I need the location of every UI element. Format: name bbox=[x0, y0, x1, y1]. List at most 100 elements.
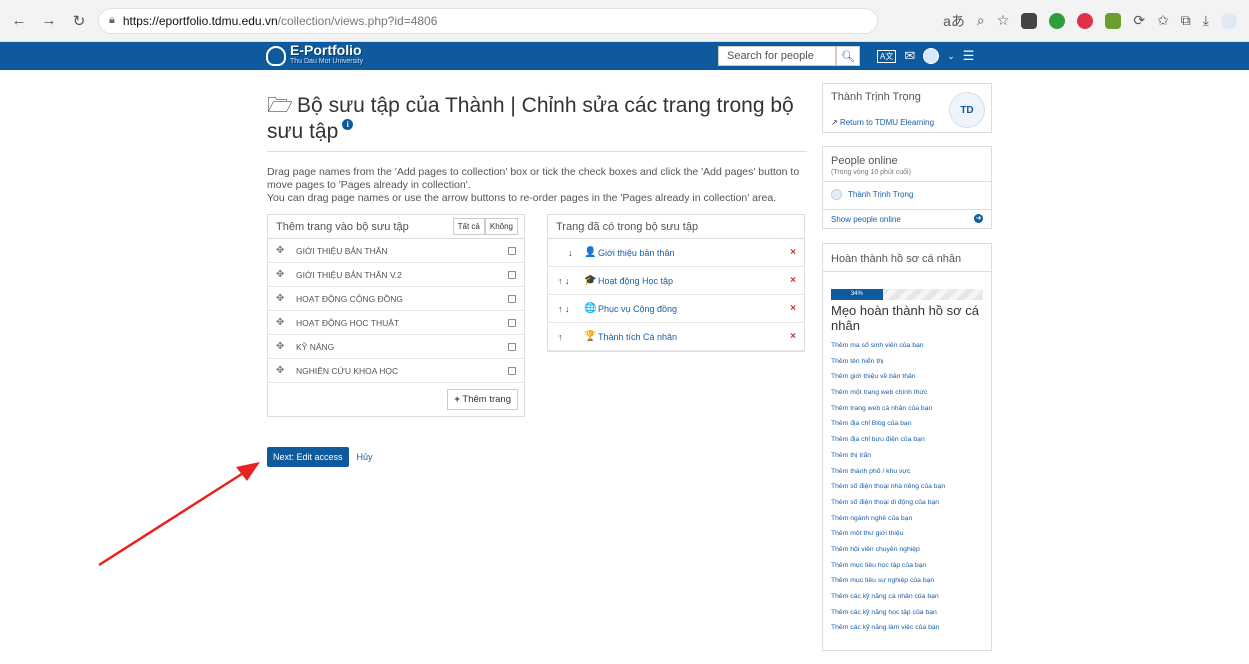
refresh-extension-icon[interactable]: ⟳ bbox=[1133, 12, 1145, 29]
tip-link[interactable]: Thêm trang web cá nhân của bạn bbox=[831, 401, 945, 417]
return-link-text[interactable]: Return to TDMU Elearning bbox=[840, 118, 934, 127]
chevron-down-icon[interactable]: ⌄ bbox=[947, 51, 955, 62]
return-link[interactable]: ↗ Return to TDMU Elearning bbox=[831, 118, 934, 127]
extension-icon[interactable] bbox=[1105, 12, 1122, 29]
list-item[interactable]: ✥ GIỚI THIỆU BẢN THÂN bbox=[268, 239, 524, 263]
next-edit-access-button[interactable]: Next: Edit access bbox=[267, 447, 349, 467]
menu-icon[interactable]: ☰ bbox=[963, 48, 975, 64]
download-icon[interactable]: ⤓ bbox=[1203, 12, 1209, 29]
drag-handle-icon[interactable]: ✥ bbox=[276, 293, 296, 304]
site-logo[interactable]: E-Portfolio Thu Dau Mot University bbox=[266, 43, 363, 68]
list-item[interactable]: ✥ NGHIÊN CỨU KHOA HỌC bbox=[268, 359, 524, 383]
extension-icon[interactable] bbox=[1077, 12, 1094, 29]
page-checkbox[interactable] bbox=[508, 270, 516, 279]
list-item[interactable]: ✥ GIỚI THIỆU BẢN THÂN v.2 bbox=[268, 263, 524, 287]
reorder-arrows[interactable]: ↓ bbox=[558, 248, 584, 258]
tip-link[interactable]: Thêm thị trấn bbox=[831, 448, 945, 464]
remove-icon[interactable]: × bbox=[790, 275, 796, 286]
add-pages-panel: Thêm trang vào bộ sưu tập Tất cả Không ✥… bbox=[267, 214, 525, 417]
tip-link[interactable]: Thêm các kỹ năng làm việc của bạn bbox=[831, 620, 945, 636]
back-icon[interactable]: ← bbox=[8, 10, 30, 32]
reorder-arrows[interactable]: ↑ ↓ bbox=[558, 276, 584, 286]
drag-handle-icon[interactable]: ✥ bbox=[276, 245, 296, 256]
collection-page-link[interactable]: Hoạt động Học tập bbox=[598, 276, 790, 286]
list-item[interactable]: ↓ 👤 Giới thiệu bản thân × bbox=[548, 239, 804, 267]
tip-link[interactable]: Thêm ma số sinh viên của bạn bbox=[831, 338, 945, 354]
list-item[interactable]: ✥ HOẠT ĐỘNG HỌC THUẬT bbox=[268, 311, 524, 335]
tip-link[interactable]: Thêm một trang web chính thức bbox=[831, 385, 945, 401]
info-icon[interactable]: i bbox=[342, 119, 354, 130]
favorites-icon[interactable]: ✩ bbox=[1157, 12, 1169, 29]
list-item[interactable]: ↑ ↓ 🎓 Hoạt động Học tập × bbox=[548, 267, 804, 295]
tip-link[interactable]: Thêm mục tiêu sự nghiệp của bạn bbox=[831, 573, 945, 589]
tips-list: Thêm ma số sinh viên của bạn Thêm tên hiể… bbox=[831, 338, 945, 636]
drag-handle-icon[interactable]: ✥ bbox=[276, 269, 296, 280]
collection-page-link[interactable]: Giới thiệu bản thân bbox=[598, 248, 790, 258]
tip-link[interactable]: Thêm số điện thoại nhà riêng của bạn bbox=[831, 479, 945, 495]
user-avatar[interactable] bbox=[923, 48, 940, 64]
tip-link[interactable]: Thêm một thư giới thiệu bbox=[831, 526, 945, 542]
tip-link[interactable]: Thêm hội viên chuyên nghiệp bbox=[831, 542, 945, 558]
list-item[interactable]: ↑ 🏆 Thành tích Cá nhân × bbox=[548, 323, 804, 351]
remove-icon[interactable]: × bbox=[790, 303, 796, 314]
language-icon[interactable]: A文 bbox=[877, 49, 897, 63]
zoom-icon[interactable]: ⌕ bbox=[977, 12, 985, 29]
tip-link[interactable]: Thêm giới thiệu về bản thân bbox=[831, 369, 945, 385]
extension-icon[interactable] bbox=[1049, 12, 1066, 29]
add-pages-button[interactable]: + Thêm trang bbox=[447, 389, 518, 410]
online-user[interactable]: Thành Trịnh Trọng bbox=[831, 189, 913, 200]
list-item[interactable]: ✥ HOẠT ĐỘNG CỘNG ĐỒNG bbox=[268, 287, 524, 311]
user-avatar[interactable]: TD bbox=[949, 92, 985, 128]
page-checkbox[interactable] bbox=[508, 366, 516, 375]
drag-handle-icon[interactable]: ✥ bbox=[276, 341, 296, 352]
collection-page-link[interactable]: Thành tích Cá nhân bbox=[598, 332, 790, 342]
drag-handle-icon[interactable]: ✥ bbox=[276, 317, 296, 328]
forward-icon[interactable]: → bbox=[38, 10, 60, 32]
list-item[interactable]: ✥ KỸ NĂNG bbox=[268, 335, 524, 359]
user-name[interactable]: Thành Trịnh Trọng bbox=[831, 91, 921, 103]
address-bar[interactable]: 🔒︎ https://eportfolio.tdmu.edu.vn/collec… bbox=[98, 7, 878, 34]
remove-icon[interactable]: × bbox=[790, 247, 796, 258]
progress-bar: 34% bbox=[831, 289, 983, 300]
tip-link[interactable]: Thêm tên hiển thị bbox=[831, 354, 945, 370]
page-name: GIỚI THIỆU BẢN THÂN v.2 bbox=[296, 269, 402, 280]
list-item[interactable]: ↑ ↓ 🌐 Phục vụ Cộng đồng × bbox=[548, 295, 804, 323]
collection-page-link[interactable]: Phục vụ Cộng đồng bbox=[598, 304, 790, 314]
page-checkbox[interactable] bbox=[508, 318, 516, 327]
select-all-button[interactable]: Tất cả bbox=[452, 218, 485, 235]
external-link-icon: ↗ bbox=[831, 118, 838, 127]
read-aloud-icon[interactable]: aあ bbox=[943, 11, 965, 31]
extension-icon[interactable] bbox=[1021, 12, 1038, 29]
reload-icon[interactable]: ↻ bbox=[68, 10, 90, 32]
tip-link[interactable]: Thêm các kỹ năng học tập của bạn bbox=[831, 605, 945, 621]
avatar bbox=[831, 189, 842, 200]
site-header: E-Portfolio Thu Dau Mot University Search… bbox=[0, 42, 1249, 70]
search-icon[interactable]: 🔍︎ bbox=[836, 46, 860, 66]
mail-icon[interactable]: ✉ bbox=[904, 48, 915, 64]
select-none-button[interactable]: Không bbox=[484, 218, 518, 235]
page-checkbox[interactable] bbox=[508, 342, 516, 351]
collections-icon[interactable]: ⧉ bbox=[1181, 12, 1191, 29]
tip-link[interactable]: Thêm địa chỉ bưu điện của bạn bbox=[831, 432, 945, 448]
reorder-arrows[interactable]: ↑ ↓ bbox=[558, 304, 584, 314]
tip-link[interactable]: Thêm mục tiêu học tập của bạn bbox=[831, 558, 945, 574]
tip-link[interactable]: Thêm địa chỉ Blog của bạn bbox=[831, 416, 945, 432]
drag-handle-icon[interactable]: ✥ bbox=[276, 365, 296, 376]
tip-link[interactable]: Thêm ngành nghề của bạn bbox=[831, 511, 945, 527]
profile-icon[interactable] bbox=[1221, 12, 1237, 29]
page-checkbox[interactable] bbox=[508, 294, 516, 303]
page-checkbox[interactable] bbox=[508, 246, 516, 255]
search-input[interactable]: Search for people bbox=[718, 46, 836, 66]
arrow-right-icon[interactable]: ➜ bbox=[974, 214, 983, 223]
cancel-link[interactable]: Hủy bbox=[357, 452, 373, 462]
url-path: /collection/views.php?id=4806 bbox=[277, 13, 438, 28]
globe-icon: 🌐 bbox=[584, 303, 597, 314]
show-people-online-link[interactable]: Show people online bbox=[831, 215, 901, 224]
tip-link[interactable]: Thêm thành phố / khu vực bbox=[831, 464, 945, 480]
reorder-arrows[interactable]: ↑ bbox=[558, 332, 584, 342]
online-user-name[interactable]: Thành Trịnh Trọng bbox=[848, 190, 913, 199]
tip-link[interactable]: Thêm số điện thoại di động của bạn bbox=[831, 495, 945, 511]
tip-link[interactable]: Thêm các kỹ năng cá nhân của bạn bbox=[831, 589, 945, 605]
remove-icon[interactable]: × bbox=[790, 331, 796, 342]
favorite-star-icon[interactable]: ☆ bbox=[997, 12, 1010, 29]
